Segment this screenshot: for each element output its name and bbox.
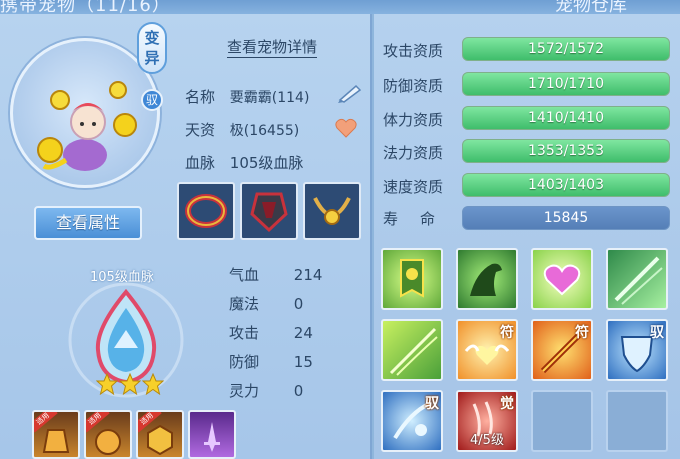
horse-skill-icon bbox=[470, 263, 502, 296]
skill-slot[interactable] bbox=[381, 248, 443, 310]
stat-label: 攻击 bbox=[229, 324, 260, 342]
stat-row: 气血 214 bbox=[229, 264, 322, 285]
stat-label: 灵力 bbox=[229, 382, 260, 400]
pet-name-row: 名称 要霸霸(114) bbox=[185, 86, 309, 107]
rename-pen-icon[interactable] bbox=[336, 82, 364, 104]
stat-row: 灵力 0 bbox=[229, 380, 303, 401]
equipped-skill-slot[interactable] bbox=[188, 410, 236, 459]
star-icon bbox=[142, 373, 164, 395]
empty-skill-slot[interactable] bbox=[606, 390, 668, 452]
equipped-skill-slot[interactable]: 适用 bbox=[136, 410, 184, 459]
stat-value: 24 bbox=[293, 324, 313, 342]
lifespan-bar: 15845 bbox=[462, 206, 670, 230]
skill-slot[interactable]: 觉 4/5级 bbox=[456, 390, 518, 452]
mutation-badge-text: 变异 bbox=[144, 29, 160, 67]
skill-slot[interactable] bbox=[381, 319, 443, 381]
top-bar: 携带宠物（11/16） 宠物仓库 bbox=[0, 0, 680, 14]
armor-icon bbox=[250, 192, 288, 233]
banner-skill-icon bbox=[400, 259, 424, 298]
magic-aptitude-label: 法力资质 bbox=[383, 144, 444, 162]
star-icon bbox=[96, 373, 118, 395]
speed-aptitude-bar: 1403/1403 bbox=[462, 173, 670, 197]
name-label: 名称 bbox=[185, 88, 216, 106]
defense-aptitude-label: 防御资质 bbox=[383, 77, 444, 95]
star-icon bbox=[119, 373, 141, 395]
stat-row: 防御 15 bbox=[229, 351, 313, 372]
yu-badge[interactable]: 驭 bbox=[141, 89, 163, 111]
yu-marker: 驭 bbox=[650, 325, 664, 341]
attack-aptitude-label: 攻击资质 bbox=[383, 42, 444, 60]
talisman-marker: 符 bbox=[575, 325, 589, 341]
sword-skill-icon bbox=[204, 422, 220, 452]
skill-slot[interactable]: 符 bbox=[531, 319, 593, 381]
empty-skill-slot[interactable] bbox=[531, 390, 593, 452]
stat-value: 0 bbox=[293, 382, 304, 400]
equipped-skill-slot[interactable]: 适用 bbox=[84, 410, 132, 459]
equipment-slot-necklace[interactable] bbox=[303, 182, 361, 240]
view-attributes-button[interactable]: 查看属性 bbox=[34, 206, 142, 240]
bloodline-label: 血脉 bbox=[185, 154, 216, 172]
stat-row: 攻击 24 bbox=[229, 322, 313, 343]
stamina-aptitude-bar: 1410/1410 bbox=[462, 106, 670, 130]
stat-label: 魔法 bbox=[229, 295, 260, 313]
skill-slot[interactable] bbox=[456, 248, 518, 310]
skill-slot[interactable] bbox=[531, 248, 593, 310]
stat-label: 气血 bbox=[229, 266, 260, 284]
mutation-badge: 变异 bbox=[137, 22, 167, 74]
skill-slot[interactable] bbox=[606, 248, 668, 310]
equipped-skill-slot[interactable]: 适用 bbox=[32, 410, 80, 459]
necklace-icon bbox=[313, 197, 351, 225]
skill-slot[interactable]: 驭 bbox=[606, 319, 668, 381]
heart-skill-icon bbox=[543, 264, 581, 296]
talisman-marker: 符 bbox=[500, 325, 514, 341]
magic-aptitude-bar: 1353/1353 bbox=[462, 139, 670, 163]
wind-blade-skill-icon bbox=[614, 256, 663, 305]
stat-value: 15 bbox=[293, 353, 313, 371]
stat-value: 214 bbox=[293, 266, 323, 284]
stat-value: 0 bbox=[293, 295, 304, 313]
awaken-level: 4/5级 bbox=[470, 433, 504, 448]
stat-label: 防御 bbox=[229, 353, 260, 371]
collar-icon bbox=[185, 194, 227, 228]
skill-slot[interactable]: 符 bbox=[456, 319, 518, 381]
talent-value: 极(16455) bbox=[229, 123, 300, 139]
attack-aptitude-bar: 1572/1572 bbox=[462, 37, 670, 61]
pet-storage-title: 宠物仓库 bbox=[555, 0, 627, 14]
lifespan-label: 寿命 bbox=[383, 210, 458, 228]
speed-aptitude-label: 速度资质 bbox=[383, 178, 444, 196]
skill-slot[interactable]: 驭 bbox=[381, 390, 443, 452]
equipment-slot-armor[interactable] bbox=[240, 182, 298, 240]
bloodline-value: 105级血脉 bbox=[229, 154, 304, 172]
stat-row: 魔法 0 bbox=[229, 293, 303, 314]
equipment-slot-collar[interactable] bbox=[177, 182, 235, 240]
yu-marker: 驭 bbox=[425, 396, 439, 412]
stamina-aptitude-label: 体力资质 bbox=[383, 111, 444, 129]
pet-bloodline-row: 血脉 105级血脉 bbox=[185, 152, 303, 173]
leaf-skill-icon bbox=[389, 327, 438, 376]
talent-label: 天资 bbox=[185, 121, 216, 139]
heart-icon[interactable] bbox=[335, 118, 357, 138]
view-pet-details-link[interactable]: 查看宠物详情 bbox=[227, 36, 318, 58]
name-value: 要霸霸(114) bbox=[229, 90, 310, 106]
awaken-marker: 觉 bbox=[500, 396, 514, 412]
pet-talent-row: 天资 极(16455) bbox=[185, 119, 299, 140]
pet-portrait[interactable] bbox=[30, 70, 140, 180]
carried-pets-title: 携带宠物（11/16） bbox=[0, 0, 171, 14]
defense-aptitude-bar: 1710/1710 bbox=[462, 72, 670, 96]
